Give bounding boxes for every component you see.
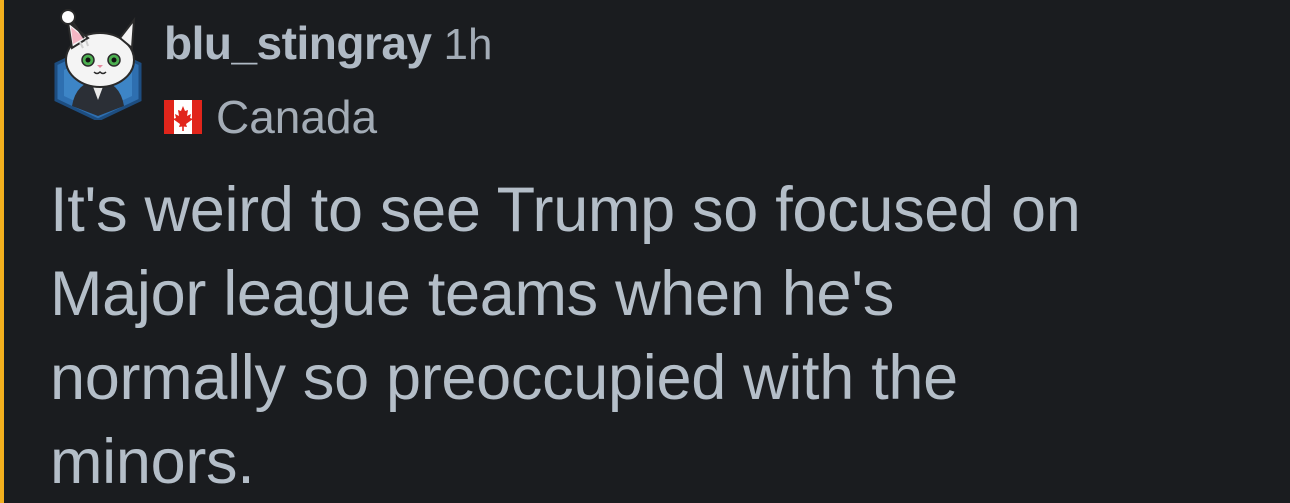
cat-avatar-icon [54,9,142,122]
canada-flag-icon [164,100,202,134]
comment-body-line: minors. [50,427,255,497]
thread-line[interactable] [0,0,4,503]
timestamp: 1h [443,20,493,69]
comment: blu_stingray 1h Canada It's weird to see… [0,0,1290,503]
comment-body-line: Major league teams when he's [50,259,895,329]
flair-text: Canada [216,91,378,143]
comment-body: It's weird to see Trump so focused on Ma… [50,168,1250,503]
comment-header: blu_stingray 1h [164,16,493,70]
user-avatar[interactable] [50,8,146,122]
username[interactable]: blu_stingray [164,16,432,70]
comment-body-line: It's weird to see Trump so focused on [50,175,1081,245]
user-flair: Canada [164,88,377,146]
comment-body-line: normally so preoccupied with the [50,343,958,413]
